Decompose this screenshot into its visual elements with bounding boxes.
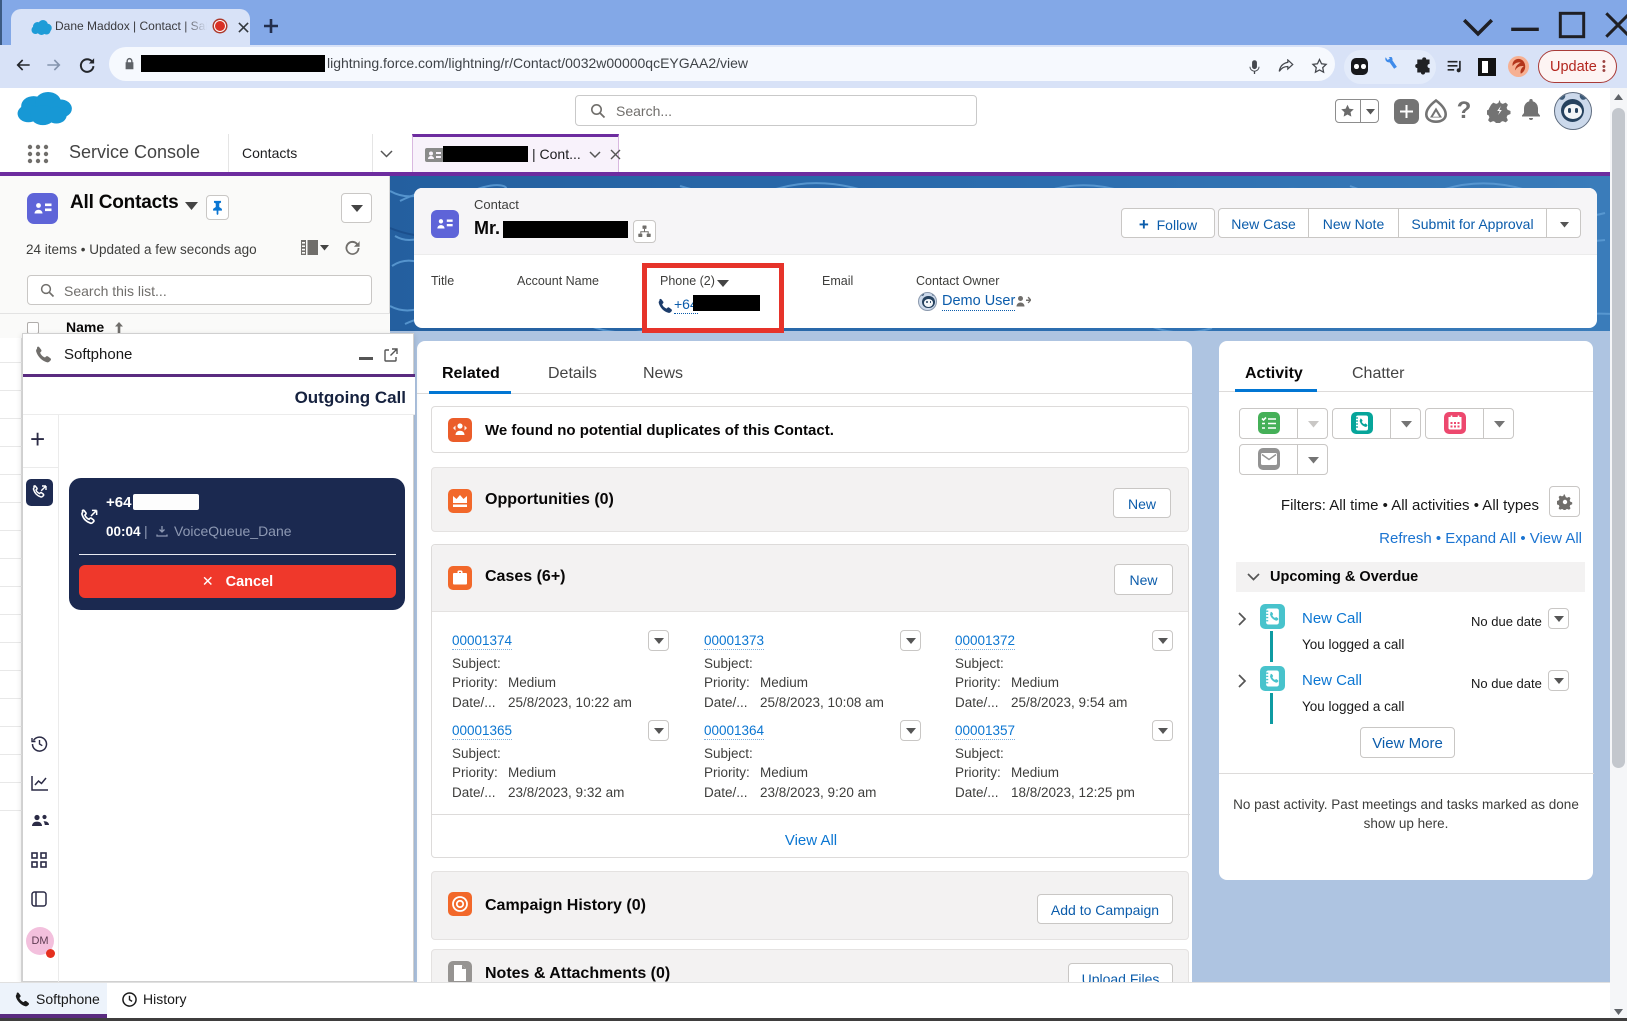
svg-text:?: ? [1457, 97, 1472, 124]
